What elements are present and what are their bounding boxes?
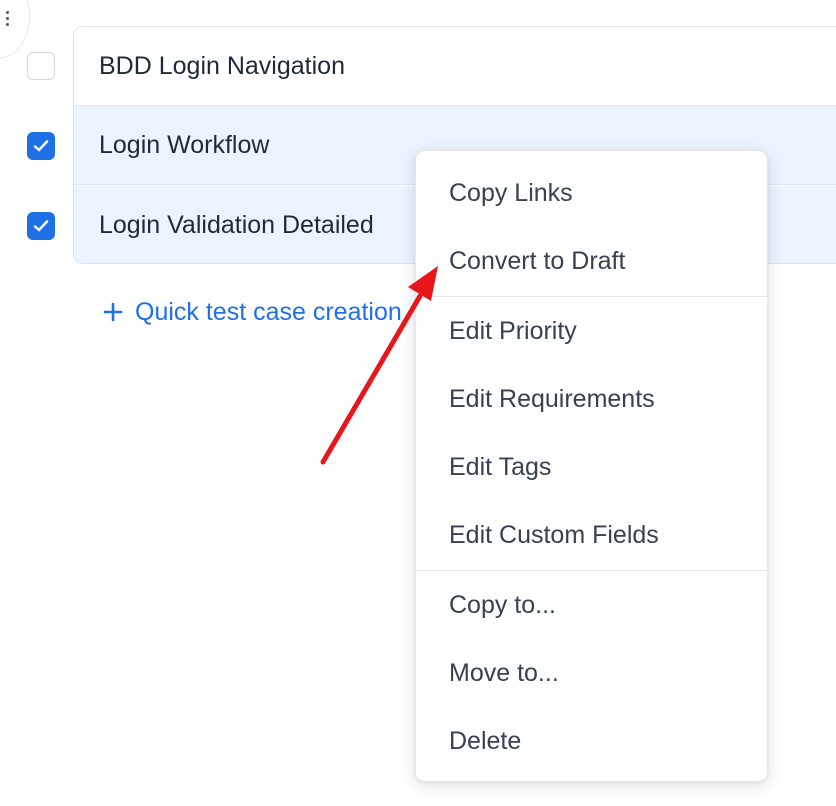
checkmark-icon: [33, 140, 49, 152]
menu-divider: [416, 570, 767, 571]
checkmark-icon: [33, 220, 49, 232]
menu-item-edit-requirements[interactable]: Edit Requirements: [416, 373, 767, 425]
test-case-row[interactable]: BDD Login Navigation: [74, 27, 836, 106]
menu-item-convert-to-draft[interactable]: Convert to Draft: [416, 235, 767, 287]
row-checkbox-login-validation-detailed[interactable]: [27, 212, 55, 240]
menu-item-copy-to[interactable]: Copy to...: [416, 579, 767, 631]
test-case-title[interactable]: Login Validation Detailed: [99, 211, 374, 240]
menu-item-move-to[interactable]: Move to...: [416, 647, 767, 699]
menu-item-edit-priority[interactable]: Edit Priority: [416, 305, 767, 357]
plus-icon: [103, 302, 123, 322]
menu-item-edit-tags[interactable]: Edit Tags: [416, 441, 767, 493]
menu-divider: [416, 296, 767, 297]
kebab-icon: [6, 11, 9, 26]
test-case-title[interactable]: BDD Login Navigation: [99, 52, 345, 81]
context-menu: Copy Links Convert to Draft Edit Priorit…: [415, 150, 768, 782]
quick-test-case-creation-link[interactable]: Quick test case creation: [103, 296, 402, 328]
test-case-title[interactable]: Login Workflow: [99, 131, 269, 160]
more-options-button[interactable]: [0, 0, 30, 58]
menu-item-delete[interactable]: Delete: [416, 715, 767, 767]
menu-item-edit-custom-fields[interactable]: Edit Custom Fields: [416, 509, 767, 561]
row-checkbox-bdd-login-navigation[interactable]: [27, 52, 55, 80]
menu-item-copy-links[interactable]: Copy Links: [416, 167, 767, 219]
page: BDD Login Navigation Login Workflow Logi…: [0, 0, 836, 806]
quick-create-label: Quick test case creation: [135, 297, 402, 326]
row-checkbox-login-workflow[interactable]: [27, 132, 55, 160]
